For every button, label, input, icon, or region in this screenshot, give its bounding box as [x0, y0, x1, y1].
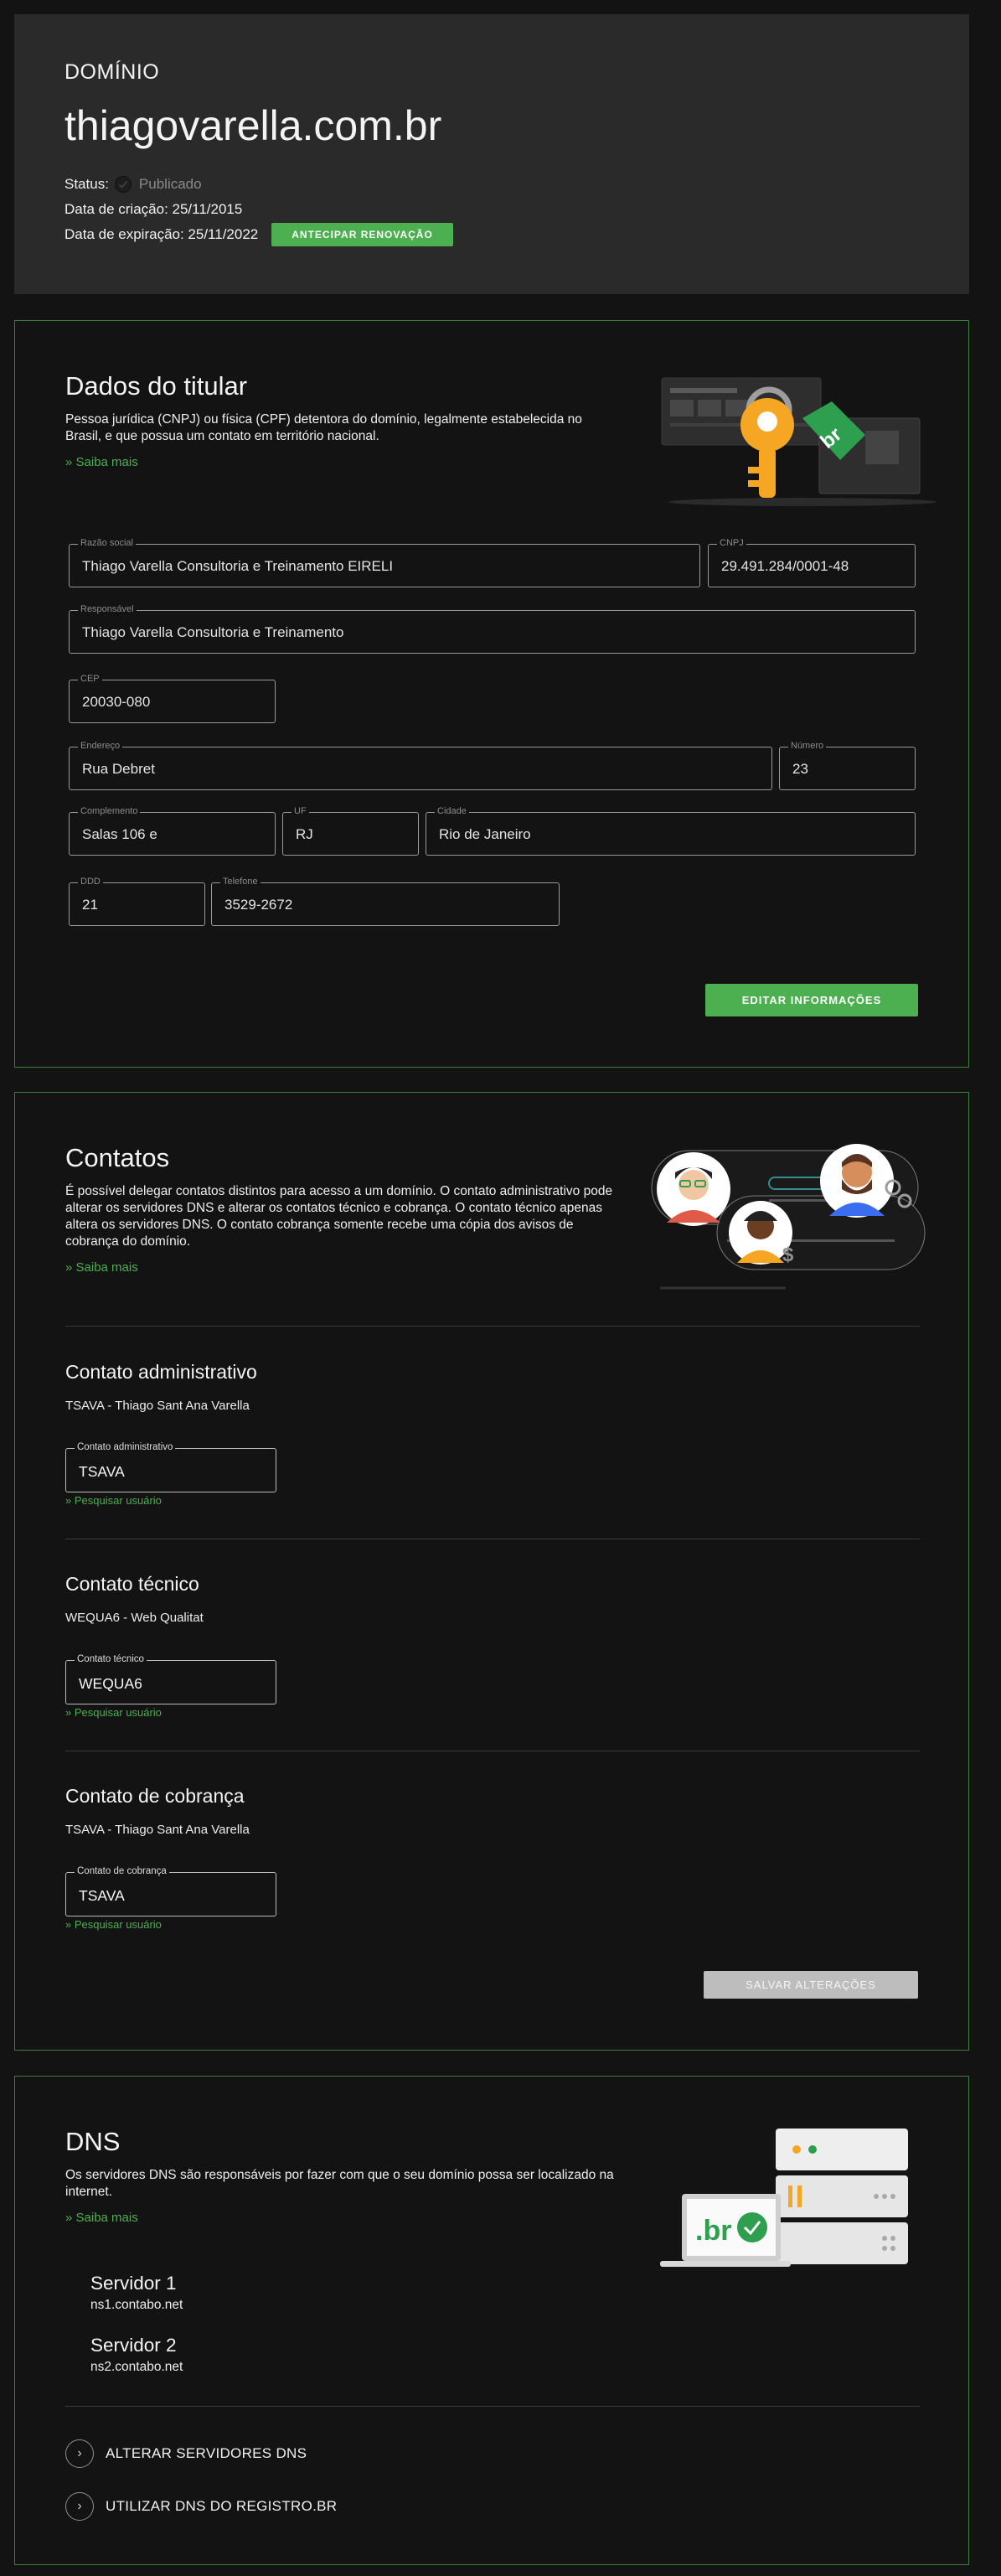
telefone-label: Telefone — [220, 877, 261, 887]
save-changes-button[interactable]: SALVAR ALTERAÇÕES — [704, 1971, 918, 1999]
server-1-host: ns1.contabo.net — [90, 2298, 183, 2312]
razao-social-label: Razão social — [78, 538, 136, 548]
chevron-right-icon: › — [65, 2492, 94, 2521]
admin-contact-title: Contato administrativo — [65, 1361, 257, 1383]
status-value: Publicado — [138, 176, 202, 192]
dns-server-2: Servidor 2 ns2.contabo.net — [90, 2335, 183, 2375]
expiration-date-text: Data de expiração: 25/11/2022 — [64, 226, 259, 242]
cep-value: 20030-080 — [82, 694, 151, 710]
endereco-field[interactable]: Endereço Rua Debret — [69, 741, 772, 790]
cidade-label: Cidade — [435, 806, 469, 816]
uf-label: UF — [292, 806, 309, 816]
server-2-host: ns2.contabo.net — [90, 2360, 183, 2374]
complemento-value: Salas 106 e — [82, 826, 157, 842]
billing-contact-value: TSAVA — [79, 1887, 125, 1904]
tech-contact-value: WEQUA6 — [79, 1675, 142, 1692]
use-registro-dns-label: UTILIZAR DNS DO REGISTRO.BR — [106, 2498, 338, 2514]
ddd-field[interactable]: DDD 21 — [69, 877, 205, 926]
contacts-illustration: $ — [651, 1144, 926, 1290]
numero-field[interactable]: Número 23 — [779, 741, 916, 790]
tech-search-link[interactable]: » Pesquisar usuário — [65, 1706, 162, 1719]
responsavel-label: Responsável — [78, 604, 137, 614]
change-dns-label: ALTERAR SERVIDORES DNS — [106, 2445, 307, 2461]
admin-search-link[interactable]: » Pesquisar usuário — [65, 1494, 162, 1507]
billing-search-link[interactable]: » Pesquisar usuário — [65, 1918, 162, 1931]
server-2-name: Servidor 2 — [90, 2335, 177, 2356]
contacts-description: É possível delegar contatos distintos pa… — [65, 1184, 613, 1249]
responsavel-value: Thiago Varella Consultoria e Treinamento — [82, 624, 344, 640]
razao-social-field[interactable]: Razão social Thiago Varella Consultoria … — [69, 538, 700, 587]
uf-value: RJ — [296, 826, 313, 842]
dns-panel: DNS Os servidores DNS são responsáveis p… — [14, 2076, 969, 2565]
ddd-value: 21 — [82, 897, 98, 913]
dns-server-1: Servidor 1 ns1.contabo.net — [90, 2273, 183, 2313]
domain-meta: Status: Publicado Data de criação: 25/11… — [64, 176, 919, 246]
numero-value: 23 — [792, 761, 808, 777]
billing-contact-label: Contato de cobrança — [75, 1866, 169, 1876]
admin-contact-field[interactable]: Contato administrativo TSAVA — [65, 1442, 276, 1492]
use-registro-dns-action[interactable]: › UTILIZAR DNS DO REGISTRO.BR — [65, 2492, 337, 2521]
tech-contact-field[interactable]: Contato técnico WEQUA6 — [65, 1654, 276, 1704]
numero-label: Número — [788, 741, 827, 751]
telefone-value: 3529-2672 — [224, 897, 293, 913]
renew-button[interactable]: ANTECIPAR RENOVAÇÃO — [271, 223, 453, 246]
responsavel-field[interactable]: Responsável Thiago Varella Consultoria e… — [69, 604, 916, 654]
expiration-date: Data de expiração: 25/11/2022 ANTECIPAR … — [64, 223, 919, 246]
creation-date-text: Data de criação: 25/11/2015 — [64, 201, 243, 217]
creation-date: Data de criação: 25/11/2015 — [64, 201, 919, 218]
status-line: Status: Publicado — [64, 176, 919, 193]
cidade-value: Rio de Janeiro — [439, 826, 531, 842]
svg-text:.br: .br — [695, 2215, 731, 2247]
dns-description: Os servidores DNS são responsáveis por f… — [65, 2168, 614, 2199]
tech-contact-title: Contato técnico — [65, 1573, 199, 1595]
telefone-field[interactable]: Telefone 3529-2672 — [211, 877, 560, 926]
uf-field[interactable]: UF RJ — [282, 806, 419, 856]
billing-contact-name: TSAVA - Thiago Sant Ana Varella — [65, 1823, 250, 1837]
billing-contact-field[interactable]: Contato de cobrança TSAVA — [65, 1866, 276, 1916]
admin-contact-name: TSAVA - Thiago Sant Ana Varella — [65, 1399, 250, 1413]
cnpj-value: 29.491.284/0001-48 — [721, 558, 849, 574]
contacts-panel: Contatos É possível delegar contatos dis… — [14, 1092, 969, 2051]
complemento-label: Complemento — [78, 806, 141, 816]
ddd-label: DDD — [78, 877, 103, 887]
cnpj-label: CNPJ — [717, 538, 746, 548]
endereco-value: Rua Debret — [82, 761, 155, 777]
cep-label: CEP — [78, 674, 102, 684]
admin-contact-label: Contato administrativo — [75, 1442, 176, 1452]
change-dns-action[interactable]: › ALTERAR SERVIDORES DNS — [65, 2439, 307, 2468]
tech-contact-name: WEQUA6 - Web Qualitat — [65, 1611, 204, 1625]
domain-header-card: DOMÍNIO thiagovarella.com.br Status: Pub… — [14, 14, 969, 294]
endereco-label: Endereço — [78, 741, 123, 751]
cidade-field[interactable]: Cidade Rio de Janeiro — [426, 806, 916, 856]
contacts-divider-1 — [65, 1326, 920, 1327]
complemento-field[interactable]: Complemento Salas 106 e — [69, 806, 276, 856]
cep-field[interactable]: CEP 20030-080 — [69, 674, 276, 723]
svg-text:$: $ — [782, 1244, 794, 1266]
razao-social-value: Thiago Varella Consultoria e Treinamento… — [82, 558, 394, 574]
domain-eyebrow: DOMÍNIO — [64, 60, 160, 84]
dns-server-illustration: .br — [660, 2129, 908, 2267]
edit-info-button[interactable]: EDITAR INFORMAÇÕES — [705, 984, 918, 1016]
domain-name: thiagovarella.com.br — [64, 102, 442, 149]
admin-contact-value: TSAVA — [79, 1463, 125, 1480]
tech-contact-label: Contato técnico — [75, 1654, 147, 1664]
dns-divider — [65, 2406, 920, 2407]
key-illustration: br — [661, 377, 937, 506]
server-1-name: Servidor 1 — [90, 2273, 177, 2294]
chevron-right-icon: › — [65, 2439, 94, 2468]
status-label: Status: — [64, 176, 109, 192]
holder-panel: Dados do titular Pessoa jurídica (CNPJ) … — [14, 320, 969, 1068]
cnpj-field[interactable]: CNPJ 29.491.284/0001-48 — [708, 538, 916, 587]
check-circle-icon — [114, 175, 132, 194]
billing-contact-title: Contato de cobrança — [65, 1785, 245, 1807]
holder-description: Pessoa jurídica (CNPJ) ou física (CPF) d… — [65, 412, 582, 443]
